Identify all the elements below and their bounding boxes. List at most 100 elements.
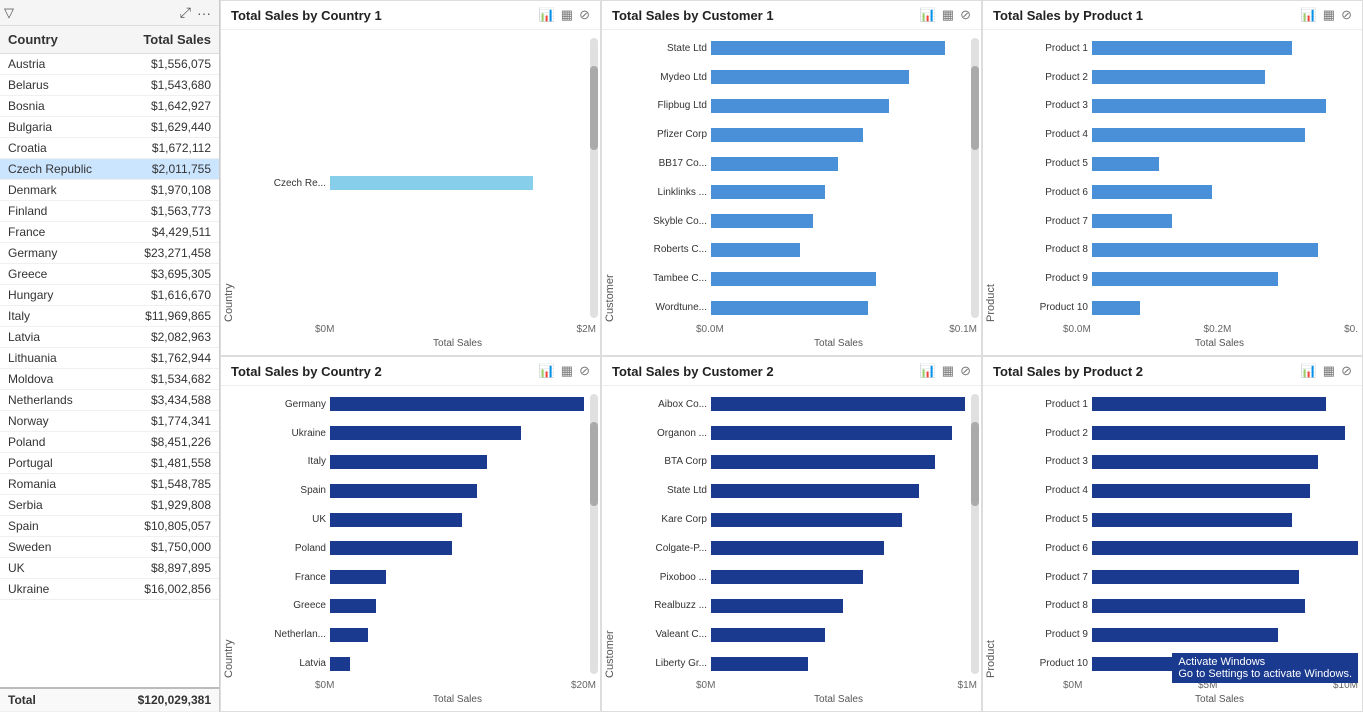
- table-row[interactable]: Lithuania $1,762,944: [0, 348, 219, 369]
- bar-label: Flipbug Ltd: [622, 100, 707, 111]
- bar-row: Aibox Co...: [622, 395, 965, 413]
- sales-value: $2,082,963: [151, 330, 211, 344]
- table-row[interactable]: Netherlands $3,434,588: [0, 390, 219, 411]
- country-name: UK: [8, 561, 25, 575]
- table-row[interactable]: Bosnia $1,642,927: [0, 96, 219, 117]
- bar-chart2-icon[interactable]: ▦: [561, 7, 573, 23]
- country-name: Bosnia: [8, 99, 45, 113]
- table-row[interactable]: Denmark $1,970,108: [0, 180, 219, 201]
- chart-country1-title: Total Sales by Country 1: [231, 8, 382, 23]
- no-data-icon[interactable]: ⊘: [960, 7, 971, 23]
- bar-fill: [1092, 455, 1318, 469]
- chart-product1-bars: Product Product 1 Product 2 Product 3 Pr…: [983, 30, 1362, 355]
- bar-track: [711, 628, 965, 642]
- table-row[interactable]: Finland $1,563,773: [0, 201, 219, 222]
- no-data-icon[interactable]: ⊘: [579, 363, 590, 379]
- table-row[interactable]: Belarus $1,543,680: [0, 75, 219, 96]
- bar-track: [711, 41, 965, 55]
- bar-fill: [1092, 657, 1252, 671]
- bar-chart2-icon[interactable]: ▦: [942, 363, 954, 379]
- chart-customer1: Total Sales by Customer 1 📊 ▦ ⊘ Customer…: [601, 0, 982, 356]
- table-row[interactable]: Czech Republic $2,011,755: [0, 159, 219, 180]
- chart-country1: Total Sales by Country 1 📊 ▦ ⊘ Country C…: [220, 0, 601, 356]
- table-row[interactable]: Sweden $1,750,000: [0, 537, 219, 558]
- bar-row: Germany: [241, 395, 584, 413]
- table-row[interactable]: Hungary $1,616,670: [0, 285, 219, 306]
- bar-chart2-icon[interactable]: ▦: [942, 7, 954, 23]
- filter-icon[interactable]: ▽: [4, 5, 14, 21]
- no-data-icon[interactable]: ⊘: [1341, 7, 1352, 23]
- table-row[interactable]: Ukraine $16,002,856: [0, 579, 219, 600]
- no-data-icon[interactable]: ⊘: [1341, 363, 1352, 379]
- chart-customer1-xlabel: Total Sales: [602, 337, 981, 351]
- table-row[interactable]: Italy $11,969,865: [0, 306, 219, 327]
- chart-product2-xlabel: Total Sales: [983, 693, 1362, 707]
- chart-country1-ylabel: Country: [221, 34, 237, 322]
- table-row[interactable]: Romania $1,548,785: [0, 474, 219, 495]
- table-body[interactable]: Austria $1,556,075 Belarus $1,543,680 Bo…: [0, 54, 219, 687]
- table-row[interactable]: Austria $1,556,075: [0, 54, 219, 75]
- bar-row: Realbuzz ...: [622, 597, 965, 615]
- bar-track: [711, 214, 965, 228]
- bar-fill: [711, 41, 945, 55]
- bar-chart-icon[interactable]: 📊: [539, 363, 555, 379]
- bars-area: State Ltd Mydeo Ltd Flipbug Ltd Pfizer C…: [618, 34, 969, 322]
- bar-chart2-icon[interactable]: ▦: [1323, 363, 1335, 379]
- table-row[interactable]: Norway $1,774,341: [0, 411, 219, 432]
- more-options-icon[interactable]: ···: [197, 5, 211, 21]
- bar-row: Flipbug Ltd: [622, 97, 965, 115]
- bar-label: Realbuzz ...: [622, 600, 707, 611]
- bar-track: [711, 599, 965, 613]
- bar-fill: [1092, 628, 1278, 642]
- table-row[interactable]: Moldova $1,534,682: [0, 369, 219, 390]
- no-data-icon[interactable]: ⊘: [960, 363, 971, 379]
- scrollbar[interactable]: [590, 394, 598, 674]
- bar-label: Netherlan...: [241, 629, 326, 640]
- bar-row: Poland: [241, 539, 584, 557]
- x-axis-ticks: $0M$5M$10M: [983, 678, 1362, 693]
- bar-track: [1092, 214, 1358, 228]
- table-row[interactable]: Spain $10,805,057: [0, 516, 219, 537]
- table-row[interactable]: France $4,429,511: [0, 222, 219, 243]
- bar-row: Czech Re...: [241, 174, 584, 192]
- chart-product2-title: Total Sales by Product 2: [993, 364, 1143, 379]
- table-row[interactable]: Bulgaria $1,629,440: [0, 117, 219, 138]
- bar-chart-icon[interactable]: 📊: [920, 7, 936, 23]
- table-row[interactable]: Poland $8,451,226: [0, 432, 219, 453]
- x-axis-ticks: $0M$20M: [221, 678, 600, 693]
- table-row[interactable]: Croatia $1,672,112: [0, 138, 219, 159]
- bar-fill: [711, 185, 825, 199]
- bar-track: [711, 301, 965, 315]
- bar-chart-icon[interactable]: 📊: [1301, 363, 1317, 379]
- scrollbar[interactable]: [971, 394, 979, 674]
- country-name: Ukraine: [8, 582, 49, 596]
- bar-fill: [711, 272, 876, 286]
- expand-icon[interactable]: ⤢: [180, 4, 191, 21]
- bar-chart2-icon[interactable]: ▦: [1323, 7, 1335, 23]
- bar-row: Product 8: [1003, 241, 1358, 259]
- bar-chart-icon[interactable]: 📊: [1301, 7, 1317, 23]
- bar-label: Product 6: [1003, 187, 1088, 198]
- bar-label: Ukraine: [241, 428, 326, 439]
- bar-fill: [711, 214, 813, 228]
- bar-chart-icon[interactable]: 📊: [539, 7, 555, 23]
- bar-row: Wordtune...: [622, 299, 965, 317]
- bar-fill: [711, 70, 909, 84]
- bar-label: Product 1: [1003, 43, 1088, 54]
- table-row[interactable]: Germany $23,271,458: [0, 243, 219, 264]
- bar-fill: [1092, 243, 1318, 257]
- table-row[interactable]: Greece $3,695,305: [0, 264, 219, 285]
- scrollbar[interactable]: [590, 38, 598, 318]
- bar-track: [330, 628, 584, 642]
- table-row[interactable]: Portugal $1,481,558: [0, 453, 219, 474]
- scrollbar[interactable]: [971, 38, 979, 318]
- table-row[interactable]: UK $8,897,895: [0, 558, 219, 579]
- table-row[interactable]: Latvia $2,082,963: [0, 327, 219, 348]
- bar-label: Product 5: [1003, 514, 1088, 525]
- bar-chart-icon[interactable]: 📊: [920, 363, 936, 379]
- table-row[interactable]: Serbia $1,929,808: [0, 495, 219, 516]
- bar-label: Poland: [241, 543, 326, 554]
- bar-chart2-icon[interactable]: ▦: [561, 363, 573, 379]
- no-data-icon[interactable]: ⊘: [579, 7, 590, 23]
- bar-track: [711, 455, 965, 469]
